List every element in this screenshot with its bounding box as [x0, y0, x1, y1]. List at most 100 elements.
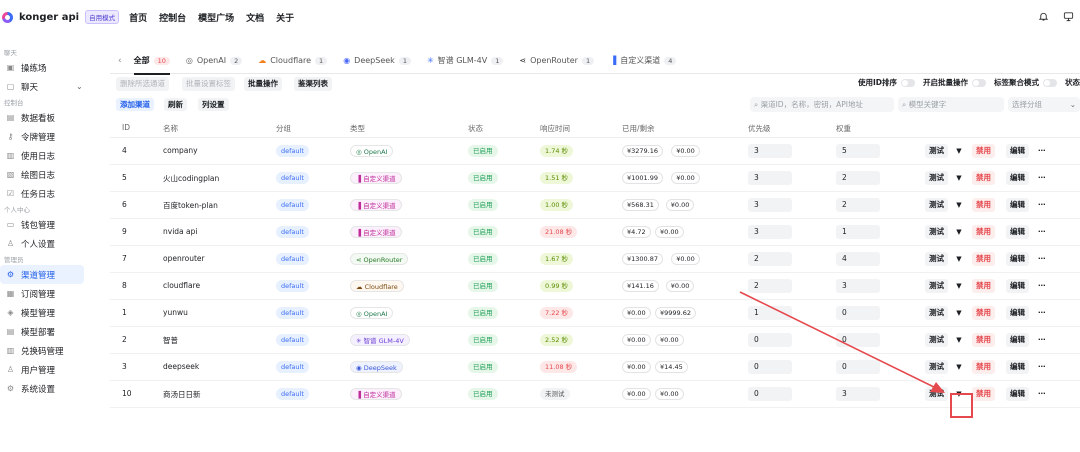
sidebar-item-subscriptions[interactable]: ▦ 订阅管理	[0, 284, 110, 303]
weight-input[interactable]: 1	[836, 225, 880, 239]
priority-input[interactable]: 0	[748, 387, 792, 401]
table-row[interactable]: 4 company default ◎ OpenAI 已启用 1.74 秒 ¥3…	[110, 138, 1080, 165]
tab-openai[interactable]: ◎ OpenAI 2	[186, 48, 243, 74]
response-time-badge[interactable]: 11.08 秒	[540, 361, 578, 373]
sidebar-item-models[interactable]: ◈ 模型管理	[0, 303, 110, 322]
caret-down-icon[interactable]: ▼	[952, 333, 966, 347]
priority-input[interactable]: 3	[748, 144, 792, 158]
weight-input[interactable]: 5	[836, 144, 880, 158]
sidebar-item-dashboard[interactable]: ▤ 数据看板	[0, 108, 110, 127]
toggle-sort-id[interactable]: 使用ID排序	[858, 77, 915, 88]
edit-button[interactable]: 编辑	[1006, 279, 1029, 293]
table-row[interactable]: 5 火山codingplan default ▐ 自定义渠道 已启用 1.51 …	[110, 165, 1080, 192]
test-button[interactable]: 测试	[925, 387, 948, 401]
col-name[interactable]: 名称	[163, 123, 178, 134]
more-icon[interactable]: ⋯	[1034, 252, 1050, 266]
sidebar-item-users[interactable]: ♙ 用户管理	[0, 360, 110, 379]
response-time-badge[interactable]: 0.99 秒	[540, 280, 574, 292]
nav-docs[interactable]: 文档	[246, 11, 264, 24]
weight-input[interactable]: 3	[836, 279, 880, 293]
monitor-icon[interactable]	[1063, 11, 1074, 22]
sidebar-item-draw-log[interactable]: ▧ 绘图日志	[0, 165, 110, 184]
model-search-input[interactable]: ⌕ 模型关键字	[898, 97, 1004, 112]
caret-down-icon[interactable]: ▼	[952, 198, 966, 212]
test-button[interactable]: 测试	[925, 333, 948, 347]
toggle-switch[interactable]	[972, 78, 986, 87]
caret-down-icon[interactable]: ▼	[952, 252, 966, 266]
response-time-badge[interactable]: 1.74 秒	[540, 145, 574, 157]
edit-button[interactable]: 编辑	[1006, 306, 1029, 320]
col-used-remain[interactable]: 已用/剩余	[622, 123, 655, 134]
toggle-status[interactable]: 状态	[1065, 77, 1080, 88]
test-button[interactable]: 测试	[925, 360, 948, 374]
response-time-badge[interactable]: 7.22 秒	[540, 307, 574, 319]
response-time-badge[interactable]: 21.08 秒	[540, 226, 578, 238]
response-time-badge[interactable]: 1.51 秒	[540, 172, 574, 184]
caret-down-icon[interactable]: ▼	[952, 360, 966, 374]
sidebar-item-deploy[interactable]: ▤ 模型部署	[0, 322, 110, 341]
edit-button[interactable]: 编辑	[1006, 144, 1029, 158]
disable-button[interactable]: 禁用	[972, 279, 995, 293]
sidebar-item-channels[interactable]: ⚙ 渠道管理	[0, 265, 84, 284]
edit-button[interactable]: 编辑	[1006, 225, 1029, 239]
edit-button[interactable]: 编辑	[1006, 171, 1029, 185]
caret-down-icon[interactable]: ▼	[952, 171, 966, 185]
disable-button[interactable]: 禁用	[972, 225, 995, 239]
tab-deepseek[interactable]: ◉ DeepSeek 1	[343, 48, 411, 74]
disable-button[interactable]: 禁用	[972, 171, 995, 185]
priority-input[interactable]: 2	[748, 252, 792, 266]
edit-button[interactable]: 编辑	[1006, 198, 1029, 212]
priority-input[interactable]: 2	[748, 279, 792, 293]
col-type[interactable]: 类型	[350, 123, 365, 134]
caret-down-icon[interactable]: ▼	[952, 279, 966, 293]
priority-input[interactable]: 3	[748, 225, 792, 239]
response-time-badge[interactable]: 未测试	[540, 388, 570, 400]
add-channel-button[interactable]: 添加渠道	[116, 98, 154, 111]
sidebar-item-settings[interactable]: ⚙ 系统设置	[0, 379, 110, 398]
sidebar-item-usage-log[interactable]: ▥ 使用日志	[0, 146, 110, 165]
batch-ops-button[interactable]: 批量操作	[244, 77, 282, 91]
more-icon[interactable]: ⋯	[1034, 144, 1050, 158]
tabs-prev-icon[interactable]: ‹	[118, 56, 122, 66]
nav-models[interactable]: 模型广场	[198, 11, 234, 24]
more-icon[interactable]: ⋯	[1034, 387, 1050, 401]
sidebar-item-playground[interactable]: ▣ 操练场	[0, 58, 110, 77]
sidebar-item-wallet[interactable]: ▭ 钱包管理	[0, 215, 110, 234]
table-row[interactable]: 10 商汤日日新 default ▐ 自定义渠道 已启用 未测试 ¥0.00 ¥…	[110, 381, 1080, 408]
sidebar-item-tokens[interactable]: ⚷ 令牌管理	[0, 127, 110, 146]
toggle-tag-mode[interactable]: 标签聚合模式	[994, 77, 1057, 88]
weight-input[interactable]: 4	[836, 252, 880, 266]
priority-input[interactable]: 0	[748, 333, 792, 347]
bell-icon[interactable]	[1038, 11, 1049, 22]
table-row[interactable]: 6 百度token-plan default ▐ 自定义渠道 已启用 1.00 …	[110, 192, 1080, 219]
disable-button[interactable]: 禁用	[972, 252, 995, 266]
more-icon[interactable]: ⋯	[1034, 306, 1050, 320]
table-row[interactable]: 3 deepseek default ◉ DeepSeek 已启用 11.08 …	[110, 354, 1080, 381]
caret-down-icon[interactable]: ▼	[952, 225, 966, 239]
edit-button[interactable]: 编辑	[1006, 360, 1029, 374]
more-icon[interactable]: ⋯	[1034, 333, 1050, 347]
priority-input[interactable]: 3	[748, 198, 792, 212]
weight-input[interactable]: 0	[836, 360, 880, 374]
tab-custom[interactable]: ▐ 自定义渠道 4	[610, 48, 677, 74]
test-button[interactable]: 测试	[925, 198, 948, 212]
tab-cloudflare[interactable]: ☁ Cloudflare 1	[258, 48, 328, 74]
table-row[interactable]: 8 cloudflare default ☁ Cloudflare 已启用 0.…	[110, 273, 1080, 300]
tag-list-button[interactable]: 鉴渠列表	[294, 77, 332, 91]
more-icon[interactable]: ⋯	[1034, 171, 1050, 185]
disable-button[interactable]: 禁用	[972, 333, 995, 347]
col-weight[interactable]: 权重	[836, 123, 851, 134]
tab-all[interactable]: 全部 10	[133, 48, 171, 75]
test-button[interactable]: 测试	[925, 225, 948, 239]
col-response[interactable]: 响应时间	[540, 123, 570, 134]
table-row[interactable]: 2 智普 default ✳ 智谱 GLM-4V 已启用 2.52 秒 ¥0.0…	[110, 327, 1080, 354]
edit-button[interactable]: 编辑	[1006, 387, 1029, 401]
weight-input[interactable]: 3	[836, 387, 880, 401]
response-time-badge[interactable]: 2.52 秒	[540, 334, 574, 346]
toggle-switch[interactable]	[1043, 78, 1057, 87]
caret-down-icon[interactable]: ▼	[952, 306, 966, 320]
sidebar-item-redeem[interactable]: ▥ 兑换码管理	[0, 341, 110, 360]
col-id[interactable]: ID	[122, 123, 130, 132]
col-status[interactable]: 状态	[468, 123, 483, 134]
test-button[interactable]: 测试	[925, 306, 948, 320]
